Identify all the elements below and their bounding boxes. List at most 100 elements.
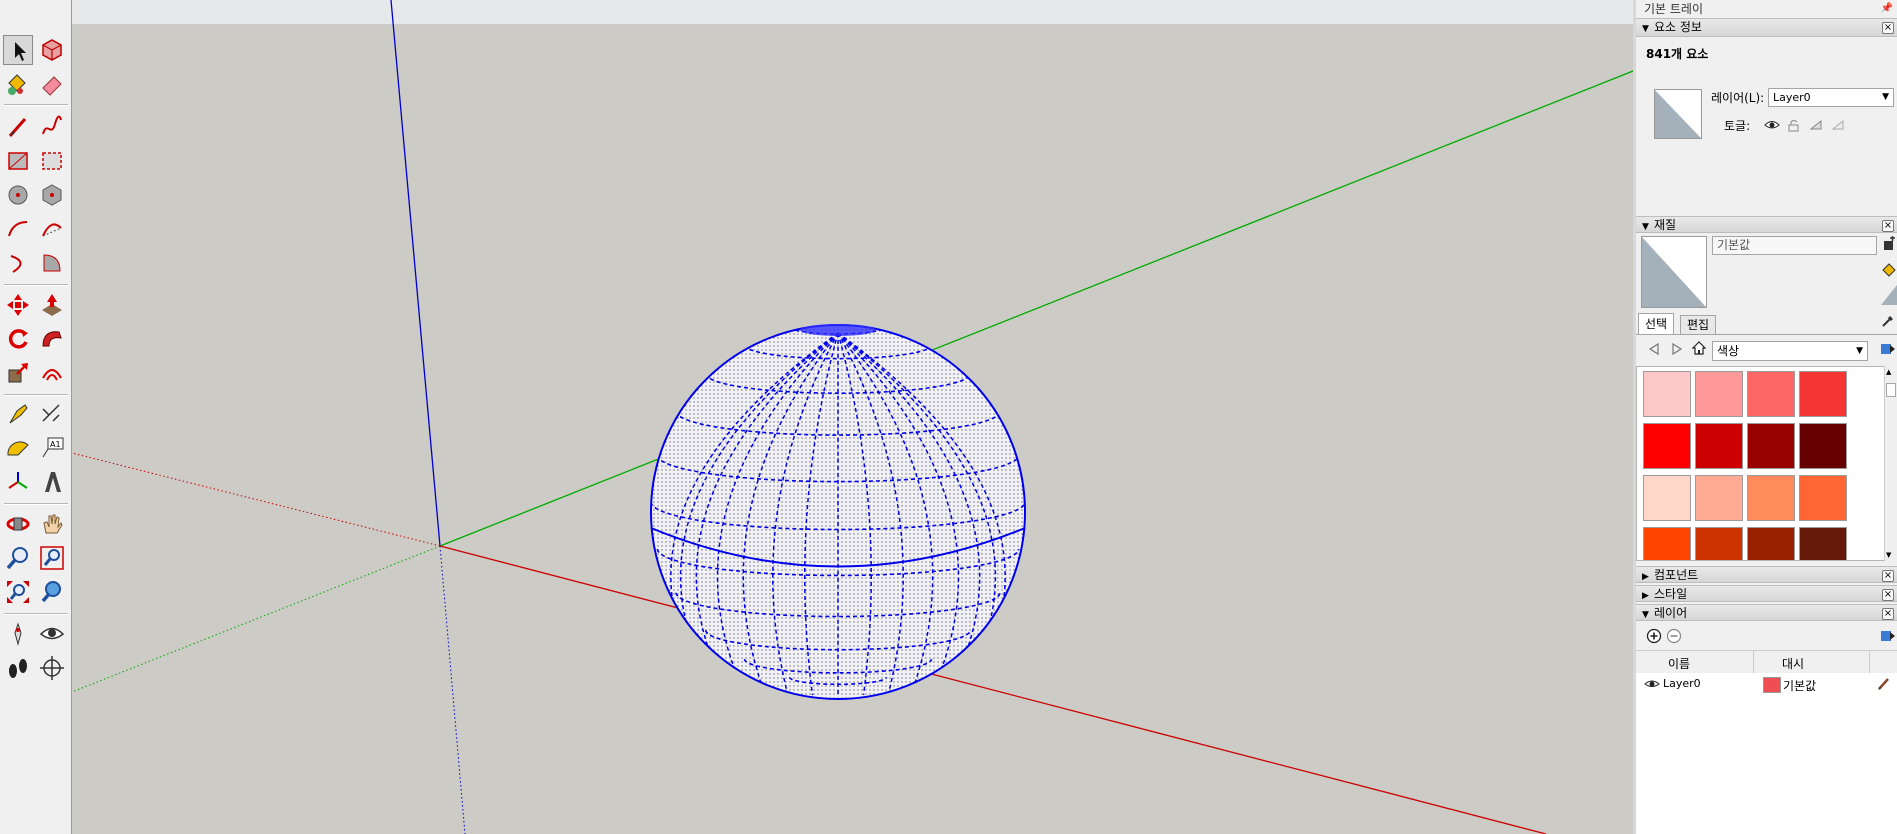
swatch-scrollbar[interactable]: ▲ ▼ (1884, 366, 1897, 561)
close-icon[interactable]: × (1882, 589, 1894, 601)
pie-button[interactable] (37, 248, 67, 278)
layer-name-column[interactable]: 이름 (1668, 655, 1690, 672)
receive-shadow-icon[interactable] (1808, 117, 1824, 133)
layer-color-swatch[interactable] (1763, 677, 1781, 693)
close-icon[interactable]: × (1882, 220, 1894, 232)
sample-material-swatch[interactable] (1881, 285, 1897, 305)
rectangle-button[interactable] (3, 146, 33, 176)
close-icon[interactable]: × (1882, 570, 1894, 582)
layer-row[interactable]: Layer0 기본값 (1636, 673, 1897, 695)
scroll-up-icon[interactable]: ▲ (1886, 368, 1891, 376)
paint-bucket-small-icon[interactable] (1881, 262, 1897, 278)
delete-layer-icon[interactable] (1666, 628, 1682, 644)
line-button[interactable] (3, 112, 33, 142)
rotate-button[interactable] (3, 324, 33, 354)
eraser-button[interactable] (37, 69, 67, 99)
tab-select[interactable]: 선택 (1638, 313, 1675, 334)
pencil-icon[interactable] (1876, 676, 1892, 692)
back-arrow-icon[interactable] (1646, 341, 1662, 357)
layers-header[interactable]: ▼ 레이어 × (1636, 604, 1897, 621)
cast-shadow-icon[interactable] (1830, 117, 1846, 133)
home-icon[interactable] (1691, 340, 1707, 356)
orbit-button[interactable] (3, 509, 33, 539)
zoom-extents-button[interactable] (3, 577, 33, 607)
material-swatch[interactable] (1695, 475, 1743, 521)
lock-icon[interactable] (1786, 117, 1802, 133)
text-button[interactable]: A1 (37, 433, 67, 463)
material-name-field[interactable]: 기본값 (1712, 236, 1877, 255)
zoom-window-button[interactable] (37, 543, 67, 573)
layer-color-column[interactable]: 대시 (1782, 655, 1804, 672)
freehand-button[interactable] (37, 112, 67, 142)
layer-visibility-eye-icon[interactable] (1644, 676, 1660, 692)
pan-button[interactable] (37, 509, 67, 539)
material-swatch[interactable] (1799, 475, 1847, 521)
dimension-icon (42, 404, 60, 422)
protractor-button[interactable] (3, 433, 33, 463)
create-material-icon[interactable] (1881, 236, 1897, 252)
visibility-eye-icon[interactable] (1764, 117, 1780, 133)
material-swatch[interactable] (1747, 423, 1795, 469)
material-swatch[interactable] (1747, 475, 1795, 521)
three-point-arc-button[interactable] (3, 248, 33, 278)
push-pull-button[interactable] (37, 290, 67, 320)
arc-button[interactable] (3, 214, 33, 244)
layer-select[interactable]: Layer0 ▼ (1768, 88, 1894, 107)
previous-view-button[interactable] (37, 577, 67, 607)
material-swatch[interactable] (1695, 371, 1743, 417)
two-point-arc-button[interactable] (37, 214, 67, 244)
details-arrow-icon[interactable] (1880, 341, 1896, 357)
polygon-button[interactable] (37, 180, 67, 210)
walk-button[interactable] (3, 653, 33, 683)
circle-icon (8, 185, 28, 205)
make-component-button[interactable] (37, 35, 67, 65)
layer-select-value: Layer0 (1773, 91, 1811, 104)
pin-icon[interactable]: 📌 (1881, 0, 1893, 18)
axes-button[interactable] (3, 467, 33, 497)
scroll-down-icon[interactable]: ▼ (1886, 551, 1891, 559)
red-axis-negative (72, 452, 441, 547)
tape-measure-button[interactable] (3, 399, 33, 429)
offset-button[interactable] (37, 358, 67, 388)
close-icon[interactable]: × (1882, 22, 1894, 34)
layer-details-arrow-icon[interactable] (1880, 628, 1896, 644)
material-swatch[interactable] (1747, 527, 1795, 560)
rotated-rectangle-button[interactable] (37, 146, 67, 176)
material-swatch[interactable] (1799, 527, 1847, 560)
entity-info-header[interactable]: ▼ 요소 정보 × (1636, 18, 1897, 37)
look-around-button[interactable] (37, 619, 67, 649)
material-swatch[interactable] (1643, 527, 1691, 560)
zoom-button[interactable] (3, 543, 33, 573)
eyedropper-icon[interactable] (1880, 313, 1896, 329)
materials-header[interactable]: ▼ 재질 × (1636, 216, 1897, 233)
scrollbar-thumb[interactable] (1886, 383, 1896, 397)
close-icon[interactable]: × (1882, 608, 1894, 620)
section-plane-button[interactable] (37, 653, 67, 683)
select-tool-button[interactable] (3, 35, 33, 65)
material-swatch[interactable] (1695, 423, 1743, 469)
material-swatch[interactable] (1695, 527, 1743, 560)
dimension-button[interactable] (37, 399, 67, 429)
material-swatch[interactable] (1799, 371, 1847, 417)
blue-axis-positive (390, 0, 441, 547)
modeling-viewport[interactable] (72, 0, 1633, 834)
position-camera-button[interactable] (3, 619, 33, 649)
material-swatch[interactable] (1643, 371, 1691, 417)
add-layer-icon[interactable] (1646, 628, 1662, 644)
material-swatch[interactable] (1643, 423, 1691, 469)
scene-canvas[interactable] (72, 0, 1633, 834)
material-library-select[interactable]: 색상 ▼ (1712, 341, 1868, 361)
follow-me-button[interactable] (37, 324, 67, 354)
components-header[interactable]: ▶ 컴포넌트 × (1636, 566, 1897, 583)
paint-bucket-button[interactable] (3, 69, 33, 99)
move-button[interactable] (3, 290, 33, 320)
forward-arrow-icon[interactable] (1669, 341, 1685, 357)
3d-text-button[interactable] (37, 467, 67, 497)
material-swatch[interactable] (1643, 475, 1691, 521)
scale-button[interactable] (3, 358, 33, 388)
tab-edit[interactable]: 편집 (1680, 315, 1717, 334)
styles-header[interactable]: ▶ 스타일 × (1636, 585, 1897, 602)
material-swatch[interactable] (1747, 371, 1795, 417)
circle-button[interactable] (3, 180, 33, 210)
material-swatch[interactable] (1799, 423, 1847, 469)
